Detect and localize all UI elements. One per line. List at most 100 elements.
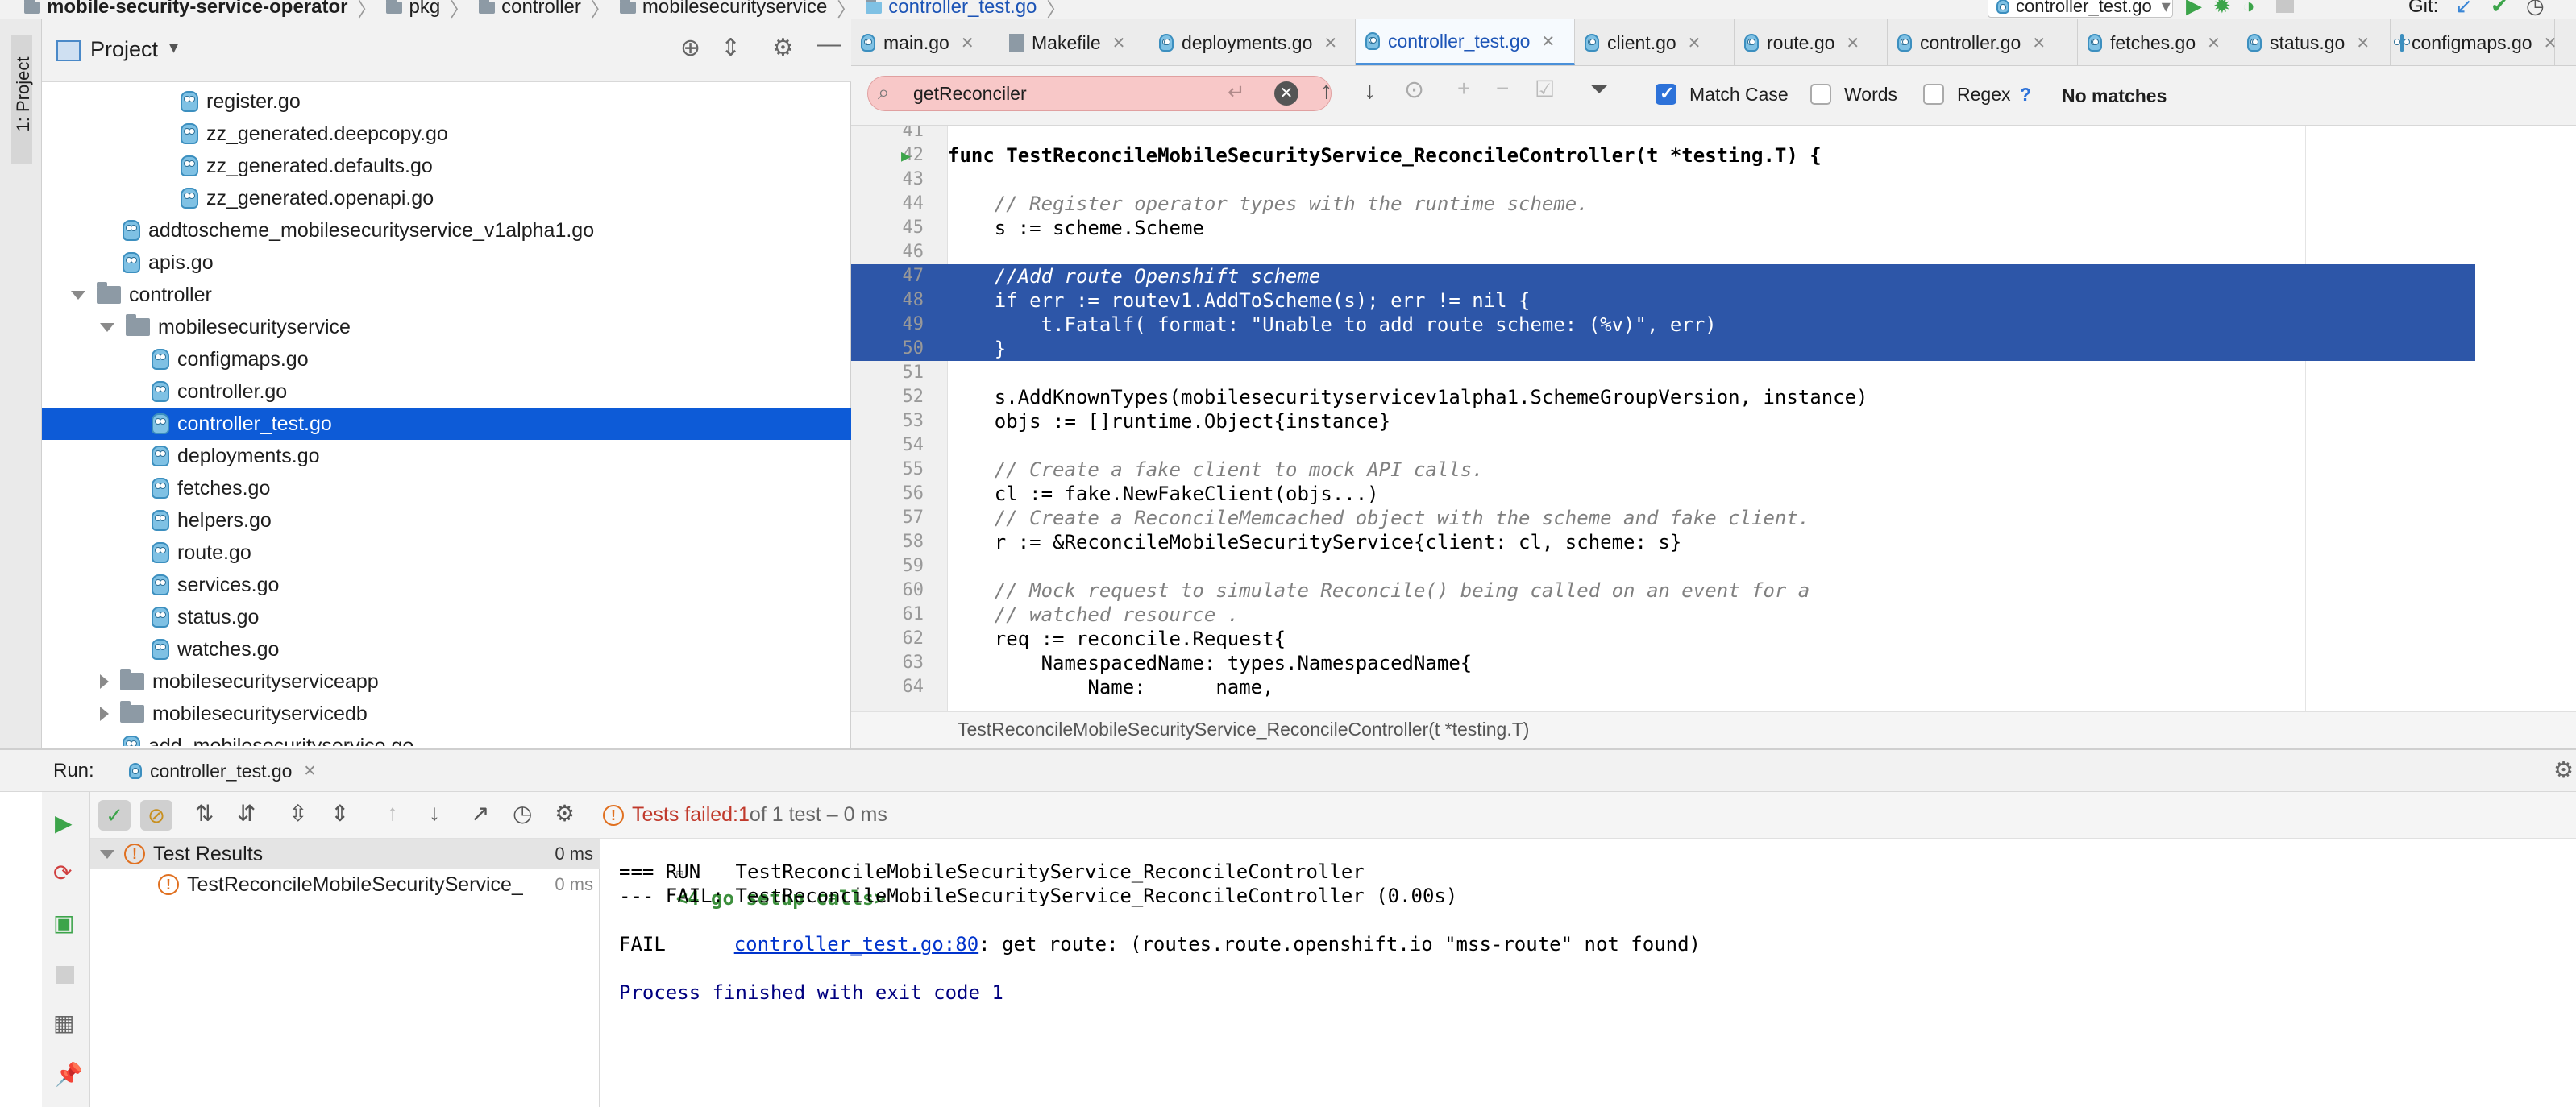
tree-file-item[interactable]: configmaps.go [42, 343, 848, 375]
breadcrumb-item[interactable]: controller_test.go [888, 0, 1037, 19]
layout-icon[interactable]: ▦ [53, 1010, 74, 1036]
regex-checkbox[interactable] [1923, 84, 1944, 105]
tree-folder-item[interactable]: mobilesecurityserviceapp [42, 665, 848, 698]
history-icon[interactable]: ◷ [513, 800, 532, 827]
close-icon[interactable]: ✕ [2032, 33, 2046, 53]
git-update-icon[interactable]: ↙ [2455, 0, 2473, 19]
tab-main-go[interactable]: main.go ✕ [851, 19, 999, 65]
show-passed-icon[interactable]: ✓ [98, 800, 131, 831]
regex-help-link[interactable]: ? [2020, 84, 2031, 106]
chevron-down-icon[interactable] [100, 322, 114, 332]
tab-deployments-go[interactable]: deployments.go ✕ [1149, 19, 1356, 65]
close-icon[interactable]: ✕ [2356, 33, 2370, 53]
hide-panel-icon[interactable]: — [817, 31, 841, 58]
gear-icon[interactable]: ⚙ [555, 800, 575, 827]
close-icon[interactable]: ✕ [1688, 33, 1701, 53]
words-checkbox[interactable] [1810, 84, 1831, 105]
git-history-icon[interactable]: ◷ [2526, 0, 2545, 19]
breadcrumb-item[interactable]: pkg [409, 0, 440, 19]
tab-configmaps-go[interactable]: configmaps.go ✕ [2391, 19, 2557, 65]
tree-file-item[interactable]: deployments.go [42, 440, 848, 472]
tab-route-go[interactable]: route.go ✕ [1735, 19, 1888, 65]
tab-client-go[interactable]: client.go ✕ [1575, 19, 1735, 65]
debug-icon[interactable]: ✹ [2213, 0, 2231, 19]
tab-fetches-go[interactable]: fetches.go ✕ [2078, 19, 2237, 65]
find-in-files-icon[interactable]: ⊙ [1404, 76, 1424, 104]
tab-controller-go[interactable]: controller.go ✕ [1888, 19, 2078, 65]
chevron-right-icon[interactable] [100, 674, 109, 689]
close-icon[interactable]: ✕ [1112, 33, 1126, 53]
tree-file-item[interactable]: fetches.go [42, 472, 848, 504]
console-output[interactable]: ⊞ <4 go setup calls> === RUN TestReconci… [601, 839, 2576, 1107]
tree-file-item[interactable]: register.go [42, 85, 848, 118]
tree-file-item[interactable]: zz_generated.deepcopy.go [42, 118, 848, 150]
breadcrumb-item[interactable]: controller [501, 0, 581, 19]
locate-icon[interactable]: ⊕ [680, 34, 700, 62]
tree-file-item[interactable]: status.go [42, 601, 848, 633]
pin-icon[interactable]: 📌 [55, 1061, 83, 1088]
search-input[interactable]: getReconciler [913, 83, 1027, 105]
run-icon[interactable]: ▶ [2186, 0, 2202, 19]
gear-icon[interactable]: ⚙ [772, 34, 794, 62]
tree-file-item[interactable]: helpers.go [42, 504, 848, 537]
tab-status-go[interactable]: status.go ✕ [2237, 19, 2391, 65]
chevron-down-icon[interactable] [71, 290, 85, 300]
gear-icon[interactable]: ⚙ [2553, 757, 2574, 783]
expand-all-icon[interactable]: ⇳ [289, 800, 307, 827]
tree-file-item[interactable]: services.go [42, 569, 848, 601]
search-field[interactable]: ⌕ getReconciler ↵ ✕ [867, 76, 1332, 111]
breadcrumb-item[interactable]: mobile-security-service-operator [47, 0, 347, 19]
close-icon[interactable]: ✕ [961, 33, 974, 53]
collapse-all-icon[interactable]: ⇕ [330, 800, 349, 827]
previous-occurrence-icon[interactable]: ↑ [1320, 77, 1332, 105]
code-editor[interactable]: 41 42 func TestReconcileMobileSecurityServ… [851, 126, 2576, 711]
sort-duration-icon[interactable]: ⇵ [237, 800, 256, 827]
collapse-all-icon[interactable]: ⇕ [721, 34, 741, 62]
tab-controller-test-go[interactable]: controller_test.go ✕ [1356, 19, 1575, 65]
export-icon[interactable]: ↗ [471, 800, 489, 827]
filter-icon[interactable]: ⏷ [1589, 76, 1609, 103]
rerun-failed-icon[interactable]: ⟳ [53, 860, 72, 886]
close-icon[interactable]: ✕ [2544, 33, 2557, 53]
close-icon[interactable]: ✕ [1846, 33, 1859, 53]
tree-file-item[interactable]: zz_generated.openapi.go [42, 182, 848, 214]
close-icon[interactable]: ✕ [1323, 33, 1337, 53]
chevron-down-icon[interactable]: ▾ [169, 37, 178, 58]
project-tool-tab[interactable]: 1: Project [11, 35, 33, 164]
next-failed-icon[interactable]: ↓ [429, 800, 440, 826]
tree-file-item[interactable]: addtoscheme_mobilesecurityservice_v1alph… [42, 214, 848, 247]
test-row[interactable]: ! TestReconcileMobileSecurityService_ 0 … [90, 869, 600, 900]
tab-makefile[interactable]: Makefile ✕ [999, 19, 1149, 65]
close-icon[interactable]: ✕ [303, 762, 316, 781]
match-case-checkbox[interactable] [1656, 83, 1676, 105]
git-commit-icon[interactable]: ✔ [2491, 0, 2508, 19]
tree-folder-item[interactable]: mobilesecurityservice [42, 311, 848, 343]
coverage-icon[interactable]: ◑ [2242, 0, 2255, 19]
next-occurrence-icon[interactable]: ↓ [1364, 77, 1376, 105]
tree-folder-item[interactable]: mobilesecurityservicedb [42, 698, 848, 730]
source-link[interactable]: controller_test.go:80 [734, 933, 978, 956]
tree-file-item[interactable]: zz_generated.defaults.go [42, 150, 848, 182]
rerun-icon[interactable]: ▶ [55, 810, 73, 836]
stop-icon[interactable] [2276, 0, 2294, 13]
editor-breadcrumb[interactable]: TestReconcileMobileSecurityService_Recon… [958, 719, 1529, 740]
breadcrumb-item[interactable]: mobilesecurityservice [642, 0, 827, 19]
chevron-right-icon[interactable] [100, 707, 109, 721]
run-tab[interactable]: controller_test.go ✕ [129, 755, 316, 787]
test-results-root[interactable]: ! Test Results 0 ms [90, 839, 600, 869]
run-test-gutter-icon[interactable]: ▶ [901, 143, 911, 168]
close-icon[interactable]: ✕ [1541, 31, 1555, 52]
toggle-autotest-icon[interactable]: ▣ [53, 910, 74, 936]
run-config-selector[interactable]: controller_test.go ▾ [1988, 0, 2173, 18]
tree-file-item[interactable]: add_mobilesecurityservice.go [42, 730, 848, 746]
tree-file-item[interactable]: route.go [42, 537, 848, 569]
close-icon[interactable]: ✕ [2207, 33, 2221, 53]
tree-folder-item[interactable]: controller [42, 279, 848, 311]
tree-file-item[interactable]: controller_test.go [42, 408, 851, 440]
sort-alpha-icon[interactable]: ⇅ [195, 800, 214, 827]
tree-file-item[interactable]: apis.go [42, 247, 848, 279]
tree-file-item[interactable]: watches.go [42, 633, 848, 665]
tree-file-item[interactable]: controller.go [42, 375, 848, 408]
project-title[interactable]: Project [90, 37, 158, 62]
show-ignored-icon[interactable]: ⊘ [140, 800, 172, 831]
